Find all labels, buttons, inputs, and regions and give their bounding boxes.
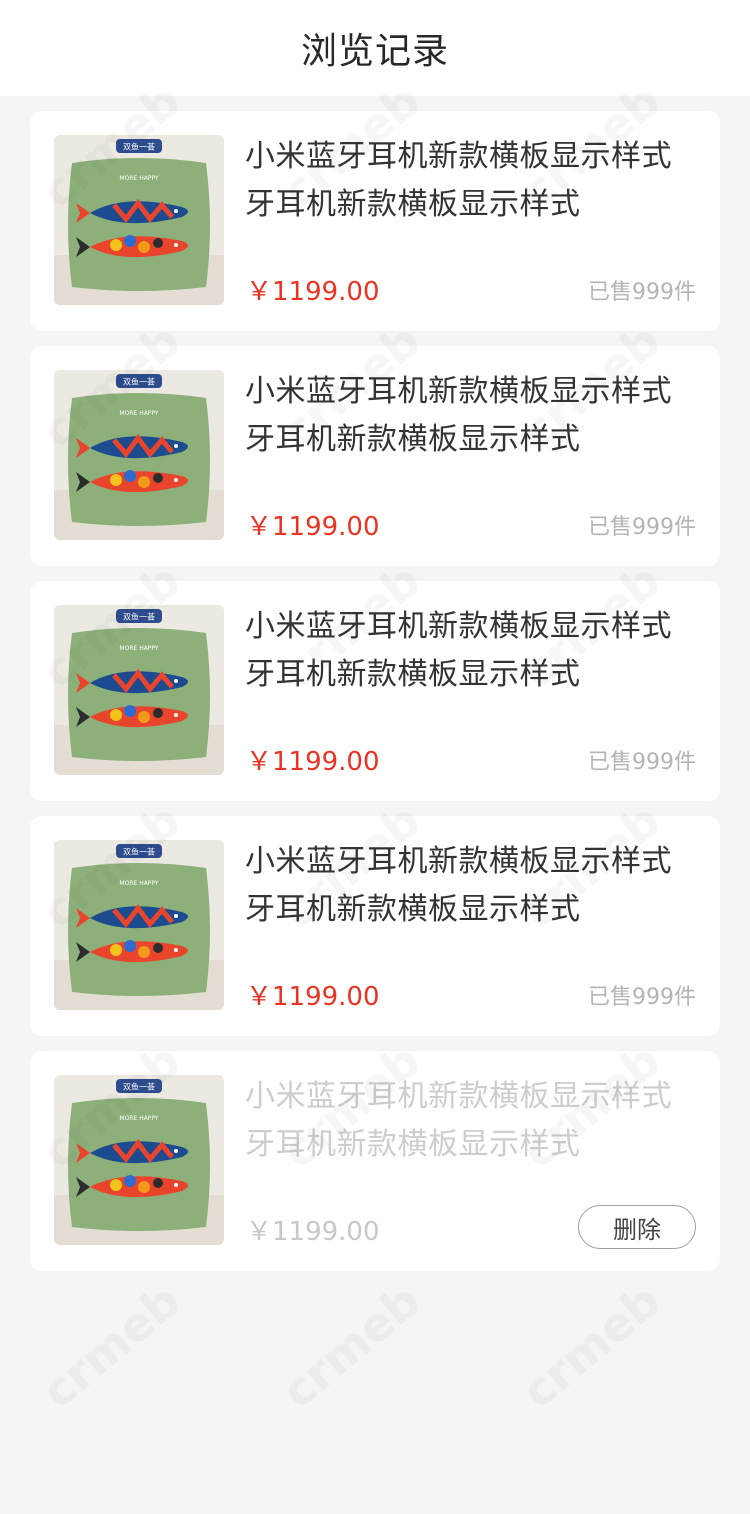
history-item-invalid[interactable]: 双鱼一荟 MORE HAPPY 小米蓝牙耳机新款横板显示样式牙耳机新款横板显示样…: [30, 1051, 720, 1271]
product-name[interactable]: 小米蓝牙耳机新款横板显示样式牙耳机新款横板显示样式: [245, 838, 700, 934]
history-item[interactable]: 双鱼一荟 MORE HAPPY 小米蓝牙耳机新款横板显示样式牙耳机新款横板显示样…: [30, 346, 720, 566]
sold-count: 已售999件: [588, 750, 696, 775]
delete-button[interactable]: 删除: [578, 1205, 696, 1249]
badge-text: 双鱼一荟: [123, 612, 155, 622]
product-price: ￥1199.00: [246, 512, 380, 542]
history-list: 双鱼一荟 MORE HAPPY 小米蓝牙耳机新款横板显示样式牙耳机新款横板显示样…: [30, 111, 720, 1286]
product-image[interactable]: 双鱼一荟 MORE HAPPY: [54, 605, 224, 775]
product-image[interactable]: 双鱼一荟 MORE HAPPY: [54, 1075, 224, 1245]
sold-count: 已售999件: [588, 280, 696, 305]
badge-text: 双鱼一荟: [123, 847, 155, 857]
print-text: MORE HAPPY: [119, 645, 158, 652]
sold-count: 已售999件: [588, 985, 696, 1010]
product-name[interactable]: 小米蓝牙耳机新款横板显示样式牙耳机新款横板显示样式: [245, 603, 700, 699]
badge-text: 双鱼一荟: [123, 1082, 155, 1092]
product-name[interactable]: 小米蓝牙耳机新款横板显示样式牙耳机新款横板显示样式: [245, 133, 700, 229]
product-price: ￥1199.00: [246, 277, 380, 307]
print-text: MORE HAPPY: [119, 1115, 158, 1122]
history-item[interactable]: 双鱼一荟 MORE HAPPY 小米蓝牙耳机新款横板显示样式牙耳机新款横板显示样…: [30, 816, 720, 1036]
badge-text: 双鱼一荟: [123, 142, 155, 152]
print-text: MORE HAPPY: [119, 880, 158, 887]
product-name[interactable]: 小米蓝牙耳机新款横板显示样式牙耳机新款横板显示样式: [245, 368, 700, 464]
history-item[interactable]: 双鱼一荟 MORE HAPPY 小米蓝牙耳机新款横板显示样式牙耳机新款横板显示样…: [30, 581, 720, 801]
print-text: MORE HAPPY: [119, 175, 158, 182]
history-item[interactable]: 双鱼一荟 MORE HAPPY 小米蓝牙耳机新款横板显示样式牙耳机新款横板显示样…: [30, 111, 720, 331]
page-header: 浏览记录: [0, 0, 750, 96]
product-price: ￥1199.00: [246, 1217, 380, 1247]
page-title: 浏览记录: [300, 31, 449, 72]
product-price: ￥1199.00: [246, 982, 380, 1012]
product-image[interactable]: 双鱼一荟 MORE HAPPY: [54, 135, 224, 305]
product-price: ￥1199.00: [246, 747, 380, 777]
badge-text: 双鱼一荟: [123, 377, 155, 387]
print-text: MORE HAPPY: [119, 410, 158, 417]
sold-count: 已售999件: [588, 515, 696, 540]
product-image[interactable]: 双鱼一荟 MORE HAPPY: [54, 370, 224, 540]
product-image[interactable]: 双鱼一荟 MORE HAPPY: [54, 840, 224, 1010]
product-name[interactable]: 小米蓝牙耳机新款横板显示样式牙耳机新款横板显示样式: [245, 1073, 700, 1169]
